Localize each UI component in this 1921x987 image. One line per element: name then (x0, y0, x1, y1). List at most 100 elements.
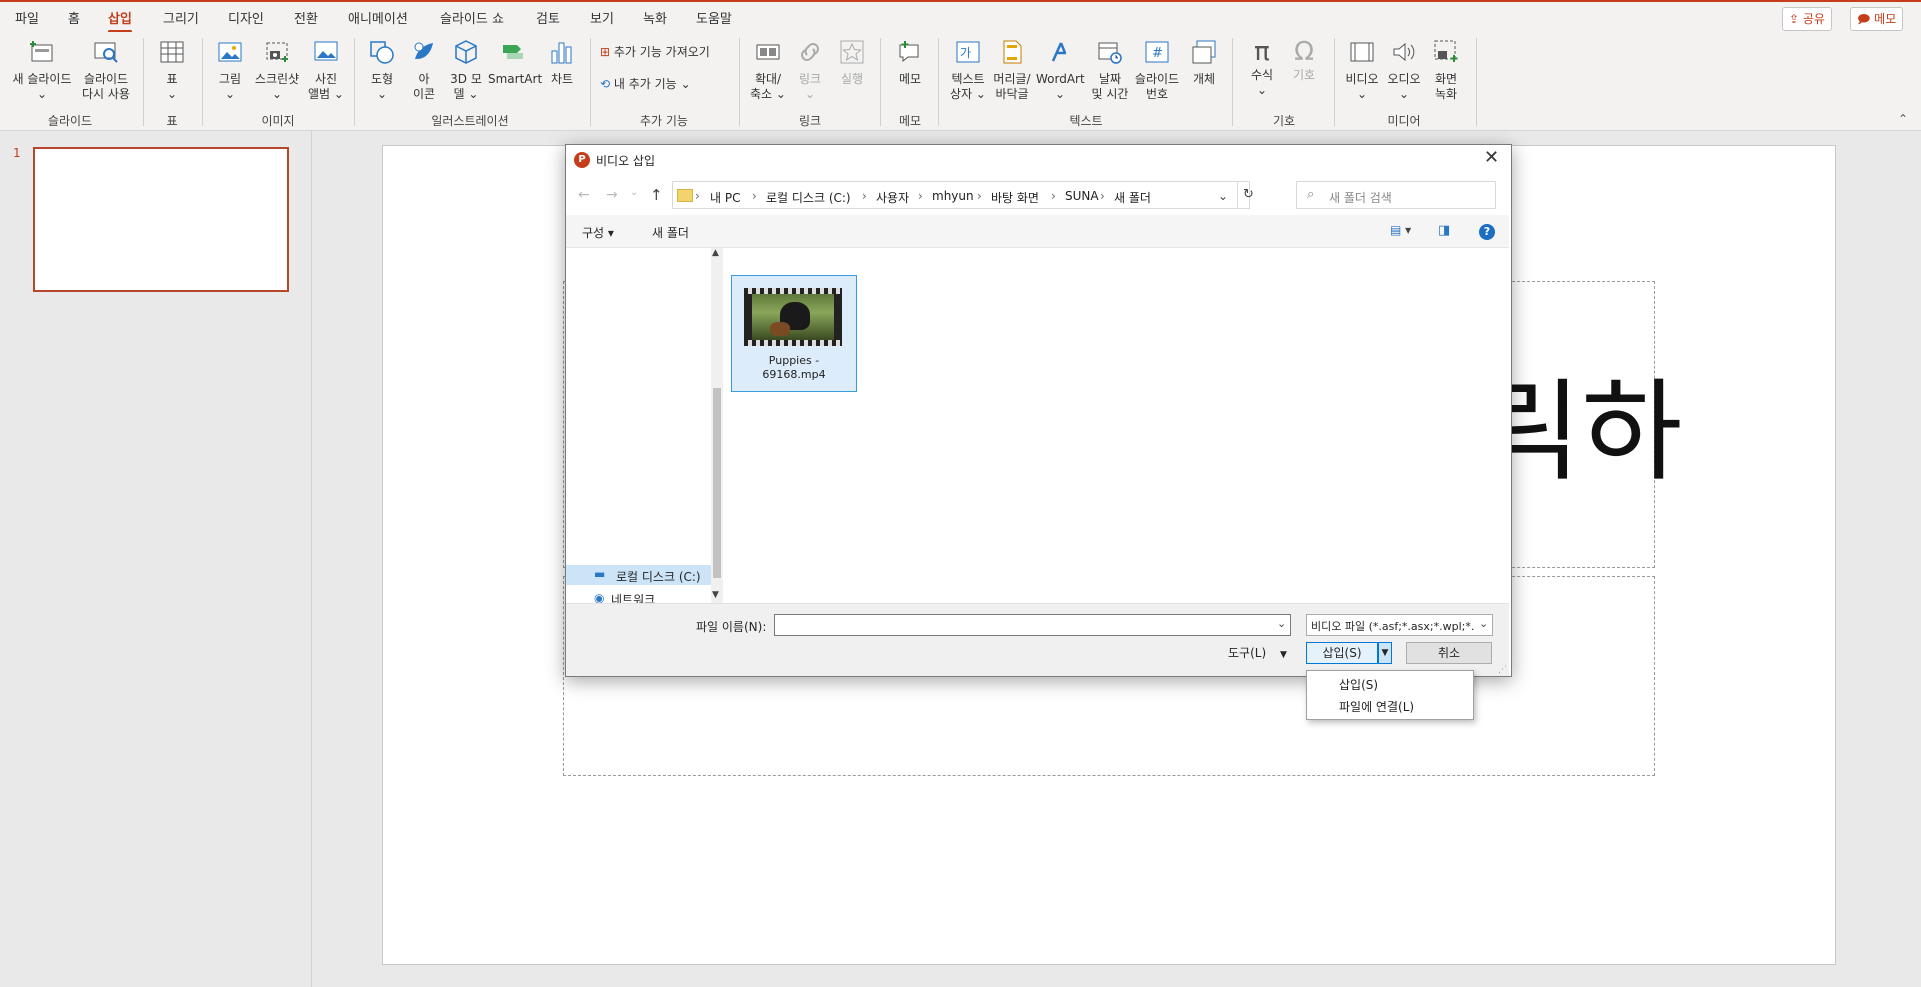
tools-button[interactable]: 도구(L) ▼ (1228, 644, 1287, 661)
equation-label: 수식 (1250, 68, 1274, 82)
zoom-button[interactable]: 확대/ 축소 ⌄ (748, 39, 788, 102)
header-footer-button[interactable]: 머리글/ 바닥글 (990, 39, 1034, 102)
nav-scrollbar[interactable]: ▲ ▼ (711, 248, 723, 603)
reuse-slides-button[interactable]: 슬라이드 다시 사용 (78, 39, 134, 102)
address-bar[interactable]: › 내 PC › 로컬 디스크 (C:) › 사용자 › mhyun › 바탕 … (672, 181, 1254, 209)
filename-dropdown-chevron-icon[interactable]: ⌄ (1277, 617, 1286, 630)
textbox-button[interactable]: 가 텍스트 상자 ⌄ (946, 39, 990, 102)
breadcrumb-user[interactable]: mhyun (932, 189, 974, 203)
equation-button[interactable]: π 수식 ⌄ (1244, 39, 1280, 98)
chart-label: 차트 (550, 72, 574, 86)
screen-record-icon (1434, 40, 1458, 62)
forward-arrow-icon[interactable]: → (606, 187, 618, 203)
datetime-button[interactable]: 날짜 및 시간 (1088, 39, 1132, 102)
tab-record[interactable]: 녹화 (643, 8, 667, 27)
chart-button[interactable]: 차트 (544, 39, 580, 87)
breadcrumb-local-disk[interactable]: 로컬 디스크 (C:) (766, 189, 851, 206)
scroll-up-arrow-icon[interactable]: ▲ (712, 248, 719, 258)
tab-design[interactable]: 디자인 (228, 8, 264, 27)
header-footer-icon (1003, 40, 1022, 64)
new-slide-label: 새 슬라이드 (12, 72, 72, 86)
scroll-thumb[interactable] (713, 388, 721, 578)
symbol-button[interactable]: Ω 기호 (1286, 39, 1322, 83)
3d-models-button[interactable]: 3D 모 델 ⌄ (448, 39, 484, 102)
recent-chevron-icon[interactable]: ⌄ (630, 187, 638, 198)
menu-item-link-to-file[interactable]: 파일에 연결(L) (1339, 698, 1414, 715)
address-dropdown-chevron-icon[interactable]: ⌄ (1218, 189, 1228, 203)
dialog-footer: 파일 이름(N): ⌄ 비디오 파일 (*.asf;*.asx;*.wpl;*.… (566, 603, 1509, 676)
video-button[interactable]: 비디오 ⌄ (1342, 39, 1382, 102)
close-icon[interactable]: ✕ (1484, 147, 1499, 168)
drive-icon: ▬ (594, 567, 606, 581)
filetype-value: 비디오 파일 (*.asf;*.asx;*.wpl;*. (1311, 620, 1475, 633)
share-button[interactable]: ⇪ 공유 (1782, 7, 1832, 31)
slide-number-button[interactable]: # 슬라이드 번호 (1132, 39, 1182, 102)
help-icon[interactable]: ? (1479, 224, 1495, 240)
breadcrumb-separator: › (695, 189, 700, 203)
tab-file[interactable]: 파일 (15, 8, 39, 27)
tab-view[interactable]: 보기 (590, 8, 614, 27)
tab-insert[interactable]: 삽입 (108, 8, 132, 33)
new-slide-button[interactable]: 새 슬라이드 ⌄ (12, 39, 72, 102)
search-box[interactable]: ⌕ 새 폴더 검색 (1296, 181, 1496, 209)
table-button[interactable]: 표 ⌄ (154, 39, 190, 102)
datetime-label-1: 날짜 (1098, 72, 1122, 86)
menu-item-insert[interactable]: 삽입(S) (1339, 676, 1378, 693)
tab-draw[interactable]: 그리기 (163, 8, 199, 27)
breadcrumb-suna[interactable]: SUNA (1065, 189, 1099, 203)
nav-item-local-disk[interactable]: ▬ 로컬 디스크 (C:) (566, 565, 711, 585)
chevron-down-icon: ⌄ (804, 87, 816, 101)
screen-recording-button[interactable]: 화면 녹화 (1426, 39, 1466, 102)
ribbon-separator (1232, 38, 1233, 126)
tab-help[interactable]: 도움말 (696, 8, 732, 27)
scroll-down-arrow-icon[interactable]: ▼ (712, 590, 719, 600)
screenshot-button[interactable]: 스크린샷 ⌄ (250, 39, 304, 102)
shapes-button[interactable]: 도형 ⌄ (364, 39, 400, 102)
dialog-title: 비디오 삽입 (596, 154, 656, 168)
breadcrumb-users[interactable]: 사용자 (876, 189, 909, 206)
link-button[interactable]: 링크 ⌄ (792, 39, 828, 102)
organize-button[interactable]: 구성 ▾ (582, 224, 614, 241)
resize-grip-icon[interactable]: ⋰ (1498, 665, 1507, 675)
tab-home[interactable]: 홈 (68, 8, 80, 27)
icons-button[interactable]: 아 이콘 (406, 39, 442, 102)
new-folder-button[interactable]: 새 폴더 (652, 224, 689, 241)
file-item-video[interactable]: Puppies - 69168.mp4 (731, 275, 857, 392)
collapse-ribbon-icon[interactable]: ⌃ (1898, 112, 1908, 126)
picture-button[interactable]: 그림 ⌄ (210, 39, 250, 102)
get-addins-button[interactable]: ⊞ 추가 기능 가져오기 (600, 45, 740, 60)
breadcrumb-this-pc[interactable]: 내 PC (710, 189, 740, 206)
back-arrow-icon[interactable]: ← (578, 187, 590, 203)
tab-review[interactable]: 검토 (536, 8, 560, 27)
audio-button[interactable]: 오디오 ⌄ (1384, 39, 1424, 102)
header-footer-label-1: 머리글/ (993, 72, 1031, 86)
refresh-icon[interactable]: ↻ (1243, 187, 1254, 202)
view-options-icon[interactable]: ▤ ▾ (1390, 223, 1411, 237)
breadcrumb-desktop[interactable]: 바탕 화면 (991, 189, 1039, 206)
tab-slideshow[interactable]: 슬라이드 쇼 (440, 8, 504, 27)
breadcrumb-new-folder[interactable]: 새 폴더 (1114, 189, 1151, 206)
object-button[interactable]: 개체 (1186, 39, 1222, 87)
filename-input[interactable]: ⌄ (774, 614, 1291, 636)
table-label: 표 (166, 72, 178, 86)
cancel-button[interactable]: 취소 (1406, 642, 1492, 664)
my-addins-button[interactable]: ⟲ 내 추가 기능 ⌄ (600, 77, 710, 92)
tab-animations[interactable]: 애니메이션 (348, 8, 408, 27)
slide-thumbnail[interactable] (33, 147, 289, 292)
photo-album-button[interactable]: 사진 앨범 ⌄ (306, 39, 346, 102)
nav-item-network[interactable]: ◉ 네트워크 (566, 588, 711, 603)
preview-pane-icon[interactable]: ◨ (1438, 223, 1450, 238)
filetype-select[interactable]: 비디오 파일 (*.asf;*.asx;*.wpl;*. ⌄ (1306, 614, 1493, 636)
insert-dropdown-arrow-icon[interactable]: ▼ (1378, 642, 1392, 664)
tab-transitions[interactable]: 전환 (294, 8, 318, 27)
comments-button[interactable]: 🗩 메모 (1850, 7, 1904, 31)
breadcrumb-separator: › (1051, 189, 1056, 203)
action-button[interactable]: 실행 (834, 39, 870, 87)
insert-button[interactable]: 삽입(S) (1306, 642, 1378, 664)
up-arrow-icon[interactable]: ↑ (650, 186, 663, 204)
film-icon (1350, 42, 1374, 62)
chevron-down-icon: ⌄ (166, 87, 178, 101)
wordart-button[interactable]: WordArt ⌄ (1036, 39, 1085, 102)
comment-button[interactable]: 메모 (892, 39, 928, 87)
smartart-button[interactable]: SmartArt (488, 39, 542, 87)
